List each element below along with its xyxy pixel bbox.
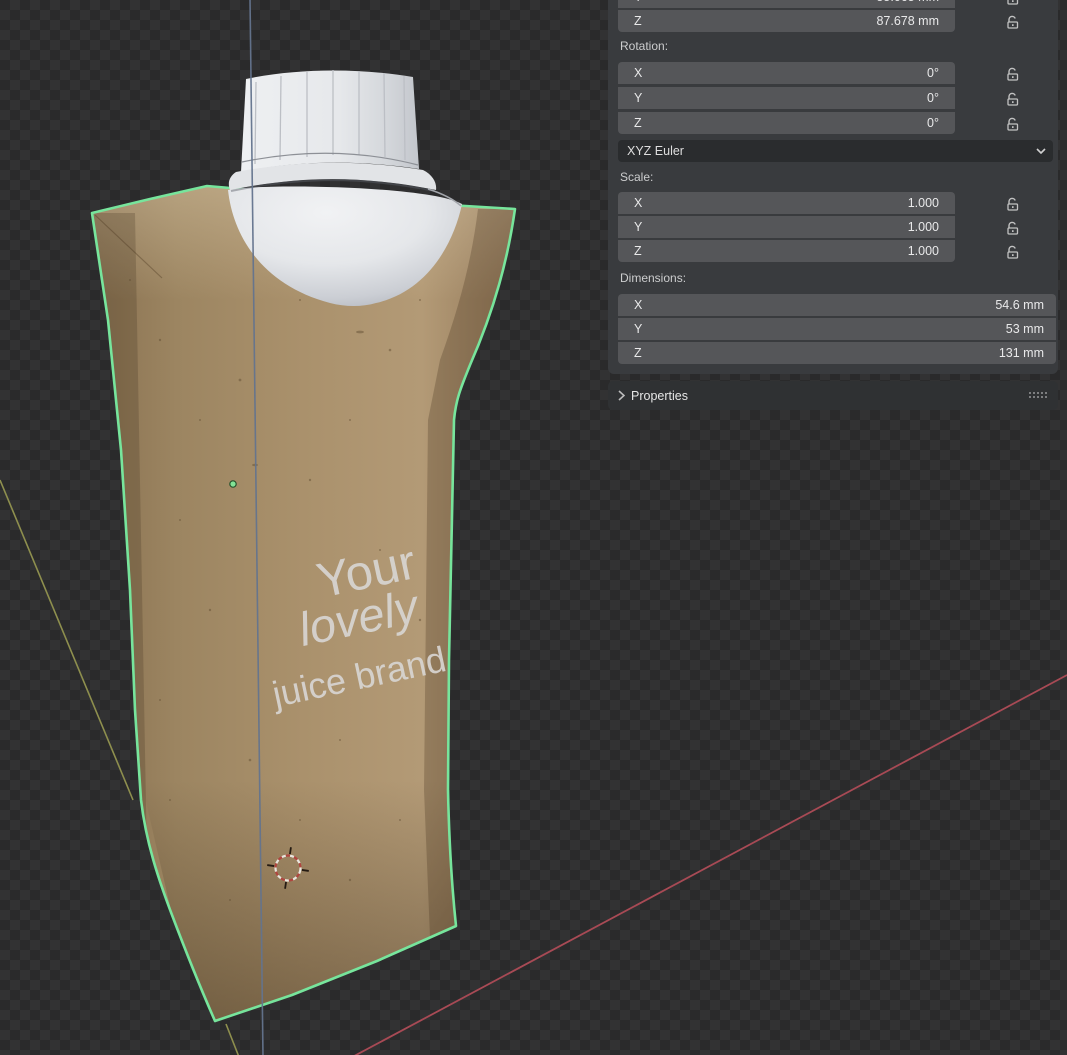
field-dimension-y[interactable]: Y 53 mm: [618, 318, 1056, 340]
field-value: 1.000: [907, 244, 939, 258]
unlock-icon[interactable]: [1004, 90, 1020, 106]
scale-section-label: Scale:: [620, 170, 654, 184]
axis-label: Y: [618, 0, 642, 4]
grip-dots-icon[interactable]: [1029, 391, 1049, 400]
unlock-icon[interactable]: [1004, 219, 1020, 235]
chevron-down-icon: [1036, 148, 1053, 154]
axis-label: Y: [634, 91, 643, 105]
field-scale-z[interactable]: Z 1.000: [618, 240, 955, 262]
axis-label: X: [634, 196, 643, 210]
unlock-icon[interactable]: [1004, 65, 1020, 81]
axis-label: Z: [634, 14, 642, 28]
field-value: 53 mm: [1005, 322, 1044, 336]
field-dimension-x[interactable]: X 54.6 mm: [618, 294, 1056, 316]
field-scale-y[interactable]: Y 1.000: [618, 216, 955, 238]
axis-label: Y: [634, 220, 643, 234]
field-value: 54.6 mm: [995, 298, 1044, 312]
dimensions-section-label: Dimensions:: [620, 271, 687, 285]
field-value: 1.000: [907, 196, 939, 210]
axis-label: X: [634, 298, 643, 312]
field-value: 1.000: [907, 220, 939, 234]
field-value: 55.065 mm: [876, 0, 955, 4]
field-value: 131 mm: [998, 346, 1044, 360]
field-location-z[interactable]: Z 87.678 mm: [618, 10, 955, 32]
field-rotation-x[interactable]: X 0°: [618, 62, 955, 84]
field-value: 0°: [927, 116, 939, 130]
field-rotation-z[interactable]: Z 0°: [618, 112, 955, 134]
axis-label: Z: [634, 244, 642, 258]
axis-label: Y: [634, 322, 643, 336]
field-dimension-z[interactable]: Z 131 mm: [618, 342, 1056, 364]
field-value: 0°: [927, 66, 939, 80]
axis-label: X: [634, 66, 643, 80]
transform-panel: Y 55.065 mm Z 87.678 mm Rotation: X 0° Y…: [608, 0, 1058, 374]
field-scale-x[interactable]: X 1.000: [618, 192, 955, 214]
unlock-icon[interactable]: [1004, 13, 1020, 29]
field-value: 0°: [927, 91, 939, 105]
object-origin-dot: [229, 480, 237, 488]
properties-panel-label: Properties: [631, 388, 688, 403]
axis-label: Z: [634, 116, 642, 130]
unlock-icon[interactable]: [1004, 115, 1020, 131]
axis-label: Z: [634, 346, 642, 360]
rotation-mode-dropdown[interactable]: XYZ Euler: [618, 140, 1053, 162]
field-location-y[interactable]: Y 55.065 mm: [618, 0, 955, 8]
cap-cylinder: [241, 70, 419, 172]
unlock-icon[interactable]: [1004, 195, 1020, 211]
field-rotation-y[interactable]: Y 0°: [618, 87, 955, 109]
rotation-mode-value: XYZ Euler: [627, 144, 684, 158]
field-value: 87.678 mm: [876, 14, 939, 28]
chevron-right-icon: [618, 390, 625, 401]
unlock-icon[interactable]: [1004, 0, 1020, 5]
juice-carton-object[interactable]: Your lovely juice brand: [90, 70, 517, 1023]
rotation-section-label: Rotation:: [620, 39, 669, 53]
unlock-icon[interactable]: [1004, 243, 1020, 259]
properties-panel-header[interactable]: Properties: [608, 381, 1058, 410]
blender-window: Your lovely juice brand Z 87.678 mm Rota…: [0, 0, 1067, 1055]
